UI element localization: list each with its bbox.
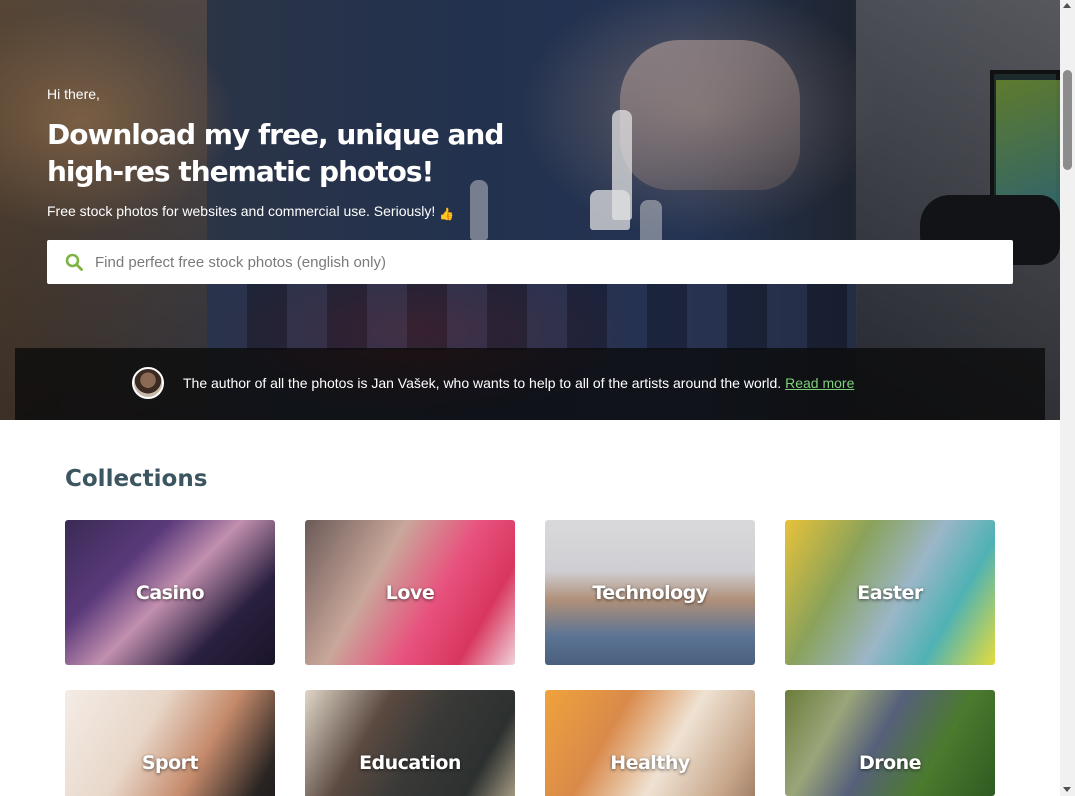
- hero-banner: Hi there, Download my free, unique and h…: [0, 0, 1060, 420]
- collection-label: Casino: [135, 581, 205, 604]
- collection-tile-casino[interactable]: Casino: [65, 520, 275, 665]
- hero-title: Download my free, unique and high-res th…: [47, 118, 504, 188]
- hero-greeting: Hi there,: [47, 86, 100, 102]
- collection-tile-education[interactable]: Education: [305, 690, 515, 796]
- collection-label: Healthy: [610, 751, 690, 774]
- scroll-down-arrow-icon[interactable]: [1063, 787, 1071, 792]
- collection-tile-drone[interactable]: Drone: [785, 690, 995, 796]
- search-bar[interactable]: [47, 240, 1013, 284]
- hero-chessboard: [207, 280, 857, 350]
- hero-subtitle-text: Free stock photos for websites and comme…: [47, 203, 436, 219]
- scroll-up-arrow-icon[interactable]: [1063, 3, 1071, 8]
- search-input[interactable]: [95, 240, 995, 284]
- collection-label: Love: [385, 581, 435, 604]
- collection-label: Drone: [858, 751, 922, 774]
- hero-chess-piece: [590, 190, 630, 230]
- collection-tile-easter[interactable]: Easter: [785, 520, 995, 665]
- collection-label: Sport: [141, 751, 199, 774]
- author-avatar[interactable]: [132, 367, 164, 399]
- page-scrollbar[interactable]: [1060, 0, 1075, 796]
- author-description: The author of all the photos is Jan Vaše…: [183, 375, 782, 391]
- thumbs-up-icon: 👍: [439, 207, 455, 221]
- scrollbar-thumb[interactable]: [1063, 70, 1072, 170]
- hero-subtitle: Free stock photos for websites and comme…: [47, 203, 455, 221]
- collection-tile-technology[interactable]: Technology: [545, 520, 755, 665]
- author-bar: The author of all the photos is Jan Vaše…: [15, 348, 1045, 420]
- collection-tile-love[interactable]: Love: [305, 520, 515, 665]
- hero-hand: [620, 40, 800, 190]
- author-bar-text: The author of all the photos is Jan Vaše…: [183, 375, 854, 391]
- collection-label: Easter: [857, 581, 923, 604]
- collection-tile-healthy[interactable]: Healthy: [545, 690, 755, 796]
- collections-heading: Collections: [65, 466, 208, 492]
- collection-label: Technology: [592, 581, 708, 604]
- collection-tile-sport[interactable]: Sport: [65, 690, 275, 796]
- read-more-link[interactable]: Read more: [785, 375, 854, 391]
- collection-label: Education: [359, 751, 461, 774]
- search-icon[interactable]: [65, 253, 83, 271]
